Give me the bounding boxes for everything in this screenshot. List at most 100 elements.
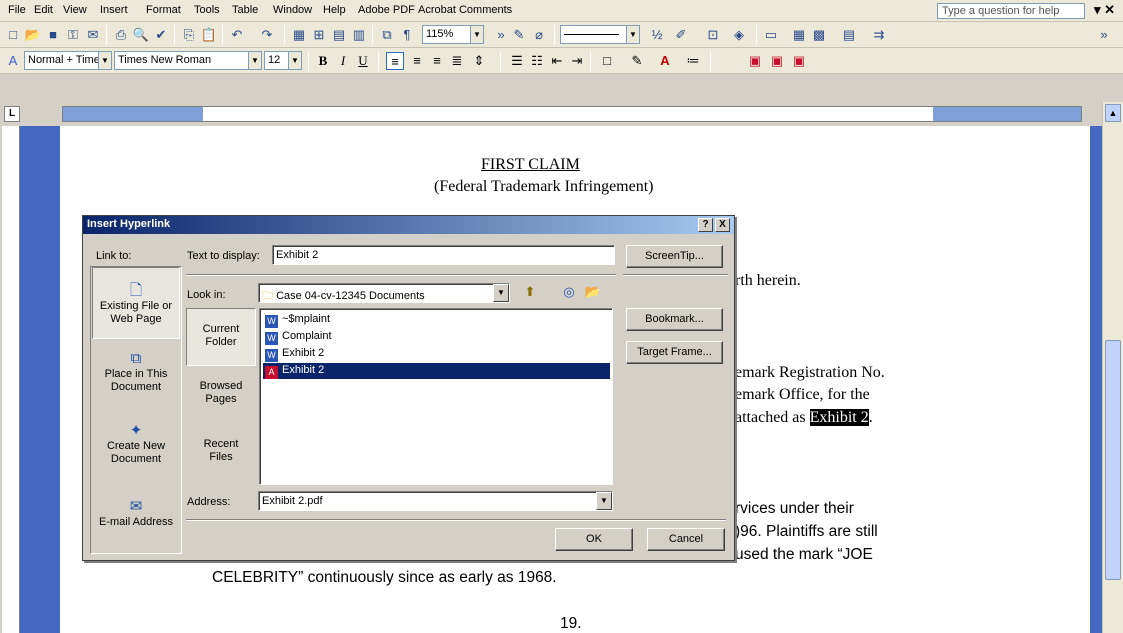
address-dropdown-icon[interactable]: ▼ <box>596 492 612 510</box>
menu-table[interactable]: Table <box>232 4 258 16</box>
excel-icon[interactable]: ▤ <box>330 26 348 44</box>
pdf-review-icon[interactable]: ▣ <box>790 52 808 70</box>
save-icon[interactable]: ■ <box>44 26 62 44</box>
browse-file-icon[interactable]: 📂 <box>583 283 603 303</box>
dialog-close-button[interactable]: X <box>715 218 730 232</box>
close-doc-icon[interactable]: ▾ ✕ <box>1094 2 1115 18</box>
style-combo[interactable]: Normal + Times ▼ <box>24 51 112 70</box>
vertical-scrollbar[interactable]: ▲ <box>1102 102 1123 633</box>
email-icon[interactable]: ✉ <box>84 26 102 44</box>
subnav-recent-files[interactable]: Recent Files <box>186 438 256 478</box>
split-cells-icon[interactable]: ▩ <box>810 26 828 44</box>
text-to-display-input[interactable]: Exhibit 2 <box>272 245 615 265</box>
tab-selector-icon[interactable]: L <box>4 106 20 122</box>
print-preview-icon[interactable]: 🔍 <box>132 26 150 44</box>
scroll-thumb[interactable] <box>1105 340 1121 580</box>
file-item-selected[interactable]: A Exhibit 2 <box>263 363 610 379</box>
tables-borders-icon[interactable]: ▦ <box>290 26 308 44</box>
border-color-icon[interactable]: ✐ <box>672 26 690 44</box>
help-search-box[interactable]: Type a question for help <box>937 3 1085 19</box>
up-folder-icon[interactable]: ⬆ <box>520 283 540 303</box>
address-input[interactable]: Exhibit 2.pdf ▼ <box>258 491 613 511</box>
line-style-combo[interactable]: ▼ <box>560 25 640 44</box>
convert-pdf-email-icon[interactable]: ▣ <box>768 52 786 70</box>
horizontal-ruler[interactable] <box>62 106 1082 122</box>
convert-pdf-icon[interactable]: ▣ <box>746 52 764 70</box>
spelling-icon[interactable]: ✔ <box>152 26 170 44</box>
more-format-icon[interactable]: ≔ <box>684 52 702 70</box>
italic-button[interactable]: I <box>334 52 352 70</box>
open-icon[interactable]: 📂 <box>24 26 42 44</box>
menu-format[interactable]: Format <box>146 4 181 16</box>
undo-icon[interactable]: ↶ <box>228 26 246 44</box>
outside-border-icon[interactable]: □ <box>598 52 616 70</box>
styles-pane-icon[interactable]: A <box>4 52 22 70</box>
file-item[interactable]: W Complaint <box>263 329 334 345</box>
font-color-icon[interactable]: A <box>656 52 674 70</box>
draw-pen-icon[interactable]: ✎ <box>510 26 528 44</box>
redo-icon[interactable]: ↷ <box>258 26 276 44</box>
justify-icon[interactable]: ≣ <box>448 52 466 70</box>
columns-icon[interactable]: ▥ <box>350 26 368 44</box>
merge-cells-icon[interactable]: ▦ <box>790 26 808 44</box>
menu-edit[interactable]: Edit <box>34 4 53 16</box>
link-existing-file[interactable]: 🗋 Existing File or Web Page <box>92 267 180 339</box>
align-right-icon[interactable]: ≡ <box>428 52 446 70</box>
menu-insert[interactable]: Insert <box>100 4 128 16</box>
dialog-help-button[interactable]: ? <box>698 218 713 232</box>
link-email-address[interactable]: ✉ E-mail Address <box>92 499 180 550</box>
zoom-combo[interactable]: 115% ▼ <box>422 25 484 44</box>
menu-adobe-pdf[interactable]: Adobe PDF <box>358 4 415 16</box>
numbering-icon[interactable]: ☰ <box>508 52 526 70</box>
decrease-indent-icon[interactable]: ⇤ <box>548 52 566 70</box>
ok-button[interactable]: OK <box>555 528 633 551</box>
underline-button[interactable]: U <box>354 52 372 70</box>
bookmark-button[interactable]: Bookmark... <box>626 308 723 331</box>
eraser-icon[interactable]: ⌀ <box>530 26 548 44</box>
distribute-icon[interactable]: ⇉ <box>870 26 888 44</box>
menu-view[interactable]: View <box>63 4 87 16</box>
toolbar-options-icon[interactable]: » <box>492 26 510 44</box>
subnav-current-folder[interactable]: Current Folder <box>186 308 256 366</box>
toolbar-options2-icon[interactable]: » <box>1095 26 1113 44</box>
menu-file[interactable]: File <box>8 4 26 16</box>
screentip-button[interactable]: ScreenTip... <box>626 245 723 268</box>
scroll-up-icon[interactable]: ▲ <box>1105 104 1121 122</box>
line-spacing-icon[interactable]: ⇕ <box>470 52 488 70</box>
subnav-browsed-pages[interactable]: Browsed Pages <box>186 380 256 420</box>
menu-acrobat-comments[interactable]: Acrobat Comments <box>418 4 512 16</box>
insert-table-icon[interactable]: ⊞ <box>310 26 328 44</box>
menu-help[interactable]: Help <box>323 4 346 16</box>
borders-icon[interactable]: ⊡ <box>704 26 722 44</box>
link-place-in-document[interactable]: ⧉ Place in This Document <box>92 351 180 412</box>
cancel-button[interactable]: Cancel <box>647 528 725 551</box>
font-combo[interactable]: Times New Roman ▼ <box>114 51 262 70</box>
target-frame-button[interactable]: Target Frame... <box>626 341 723 364</box>
browse-web-icon[interactable]: ◎ <box>559 283 579 303</box>
menu-tools[interactable]: Tools <box>194 4 220 16</box>
show-hide-icon[interactable]: ¶ <box>398 26 416 44</box>
bullets-icon[interactable]: ☷ <box>528 52 546 70</box>
file-item[interactable]: W Exhibit 2 <box>263 346 326 362</box>
increase-indent-icon[interactable]: ⇥ <box>568 52 586 70</box>
align-cell-icon[interactable]: ▤ <box>840 26 858 44</box>
link-create-new-document[interactable]: ✦ Create New Document <box>92 423 180 484</box>
file-item[interactable]: W ~$mplaint <box>263 312 332 328</box>
new-doc-icon[interactable]: □ <box>4 26 22 44</box>
menu-window[interactable]: Window <box>273 4 312 16</box>
align-center-icon[interactable]: ≡ <box>408 52 426 70</box>
document-map-icon[interactable]: ⧉ <box>378 26 396 44</box>
align-left-icon[interactable]: ≡ <box>386 52 404 70</box>
selected-text-highlight[interactable]: Exhibit 2 <box>809 409 869 426</box>
line-weight-icon[interactable]: ½ <box>648 26 666 44</box>
shading-icon[interactable]: ◈ <box>730 26 748 44</box>
look-in-combo[interactable]: 🗀 Case 04-cv-12345 Documents ▼ <box>258 283 510 303</box>
print-icon[interactable]: ⎙ <box>112 26 130 44</box>
highlight-icon[interactable]: ✎ <box>628 52 646 70</box>
insert-table2-icon[interactable]: ▭ <box>762 26 780 44</box>
font-size-combo[interactable]: 12 ▼ <box>264 51 302 70</box>
copy-icon[interactable]: ⎘ <box>180 26 198 44</box>
paste-icon[interactable]: 📋 <box>200 26 218 44</box>
bold-button[interactable]: B <box>314 52 332 70</box>
file-list[interactable]: W ~$mplaint W Complaint W Exhibit 2 A Exhibi… <box>259 308 613 485</box>
